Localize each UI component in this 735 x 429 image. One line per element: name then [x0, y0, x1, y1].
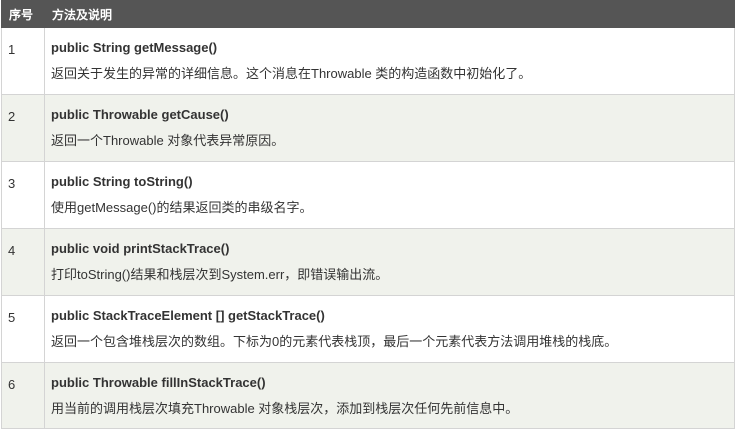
method-signature: public Throwable fillInStackTrace()	[51, 375, 266, 390]
header-desc: 方法及说明	[44, 0, 735, 28]
method-description: 返回一个Throwable 对象代表异常原因。	[51, 133, 285, 148]
table-header: 序号 方法及说明	[1, 0, 735, 28]
row-number: 3	[1, 161, 45, 229]
method-description: 返回关于发生的异常的详细信息。这个消息在Throwable 类的构造函数中初始化…	[51, 66, 532, 81]
table-row: 5 public StackTraceElement [] getStackTr…	[1, 295, 735, 363]
method-description: 打印toString()结果和栈层次到System.err，即错误输出流。	[51, 267, 389, 282]
row-number: 2	[1, 94, 45, 162]
table-body: 1 public String getMessage() 返回关于发生的异常的详…	[1, 27, 735, 429]
table-row: 2 public Throwable getCause() 返回一个Throwa…	[1, 94, 735, 162]
row-content: public Throwable fillInStackTrace() 用当前的…	[44, 362, 735, 429]
row-number: 4	[1, 228, 45, 296]
row-content: public StackTraceElement [] getStackTrac…	[44, 295, 735, 363]
row-number: 6	[1, 362, 45, 429]
row-number: 1	[1, 27, 45, 95]
row-number: 5	[1, 295, 45, 363]
method-signature: public String toString()	[51, 174, 193, 189]
method-signature: public Throwable getCause()	[51, 107, 229, 122]
row-content: public Throwable getCause() 返回一个Throwabl…	[44, 94, 735, 162]
method-signature: public String getMessage()	[51, 40, 218, 55]
row-content: public String toString() 使用getMessage()的…	[44, 161, 735, 229]
header-num: 序号	[1, 0, 45, 28]
row-content: public String getMessage() 返回关于发生的异常的详细信…	[44, 27, 735, 95]
methods-table-container: 序号 方法及说明 1 public String getMessage() 返回…	[1, 0, 735, 429]
table-row: 4 public void printStackTrace() 打印toStri…	[1, 228, 735, 296]
table-row: 6 public Throwable fillInStackTrace() 用当…	[1, 362, 735, 429]
method-description: 使用getMessage()的结果返回类的串级名字。	[51, 200, 313, 215]
table-row: 3 public String toString() 使用getMessage(…	[1, 161, 735, 229]
method-signature: public void printStackTrace()	[51, 241, 230, 256]
method-signature: public StackTraceElement [] getStackTrac…	[51, 308, 325, 323]
row-content: public void printStackTrace() 打印toString…	[44, 228, 735, 296]
header-row: 序号 方法及说明	[1, 0, 735, 28]
methods-table: 序号 方法及说明 1 public String getMessage() 返回…	[1, 0, 735, 429]
method-description: 用当前的调用栈层次填充Throwable 对象栈层次，添加到栈层次任何先前信息中…	[51, 401, 519, 416]
table-row: 1 public String getMessage() 返回关于发生的异常的详…	[1, 27, 735, 95]
method-description: 返回一个包含堆栈层次的数组。下标为0的元素代表栈顶，最后一个元素代表方法调用堆栈…	[51, 334, 618, 349]
